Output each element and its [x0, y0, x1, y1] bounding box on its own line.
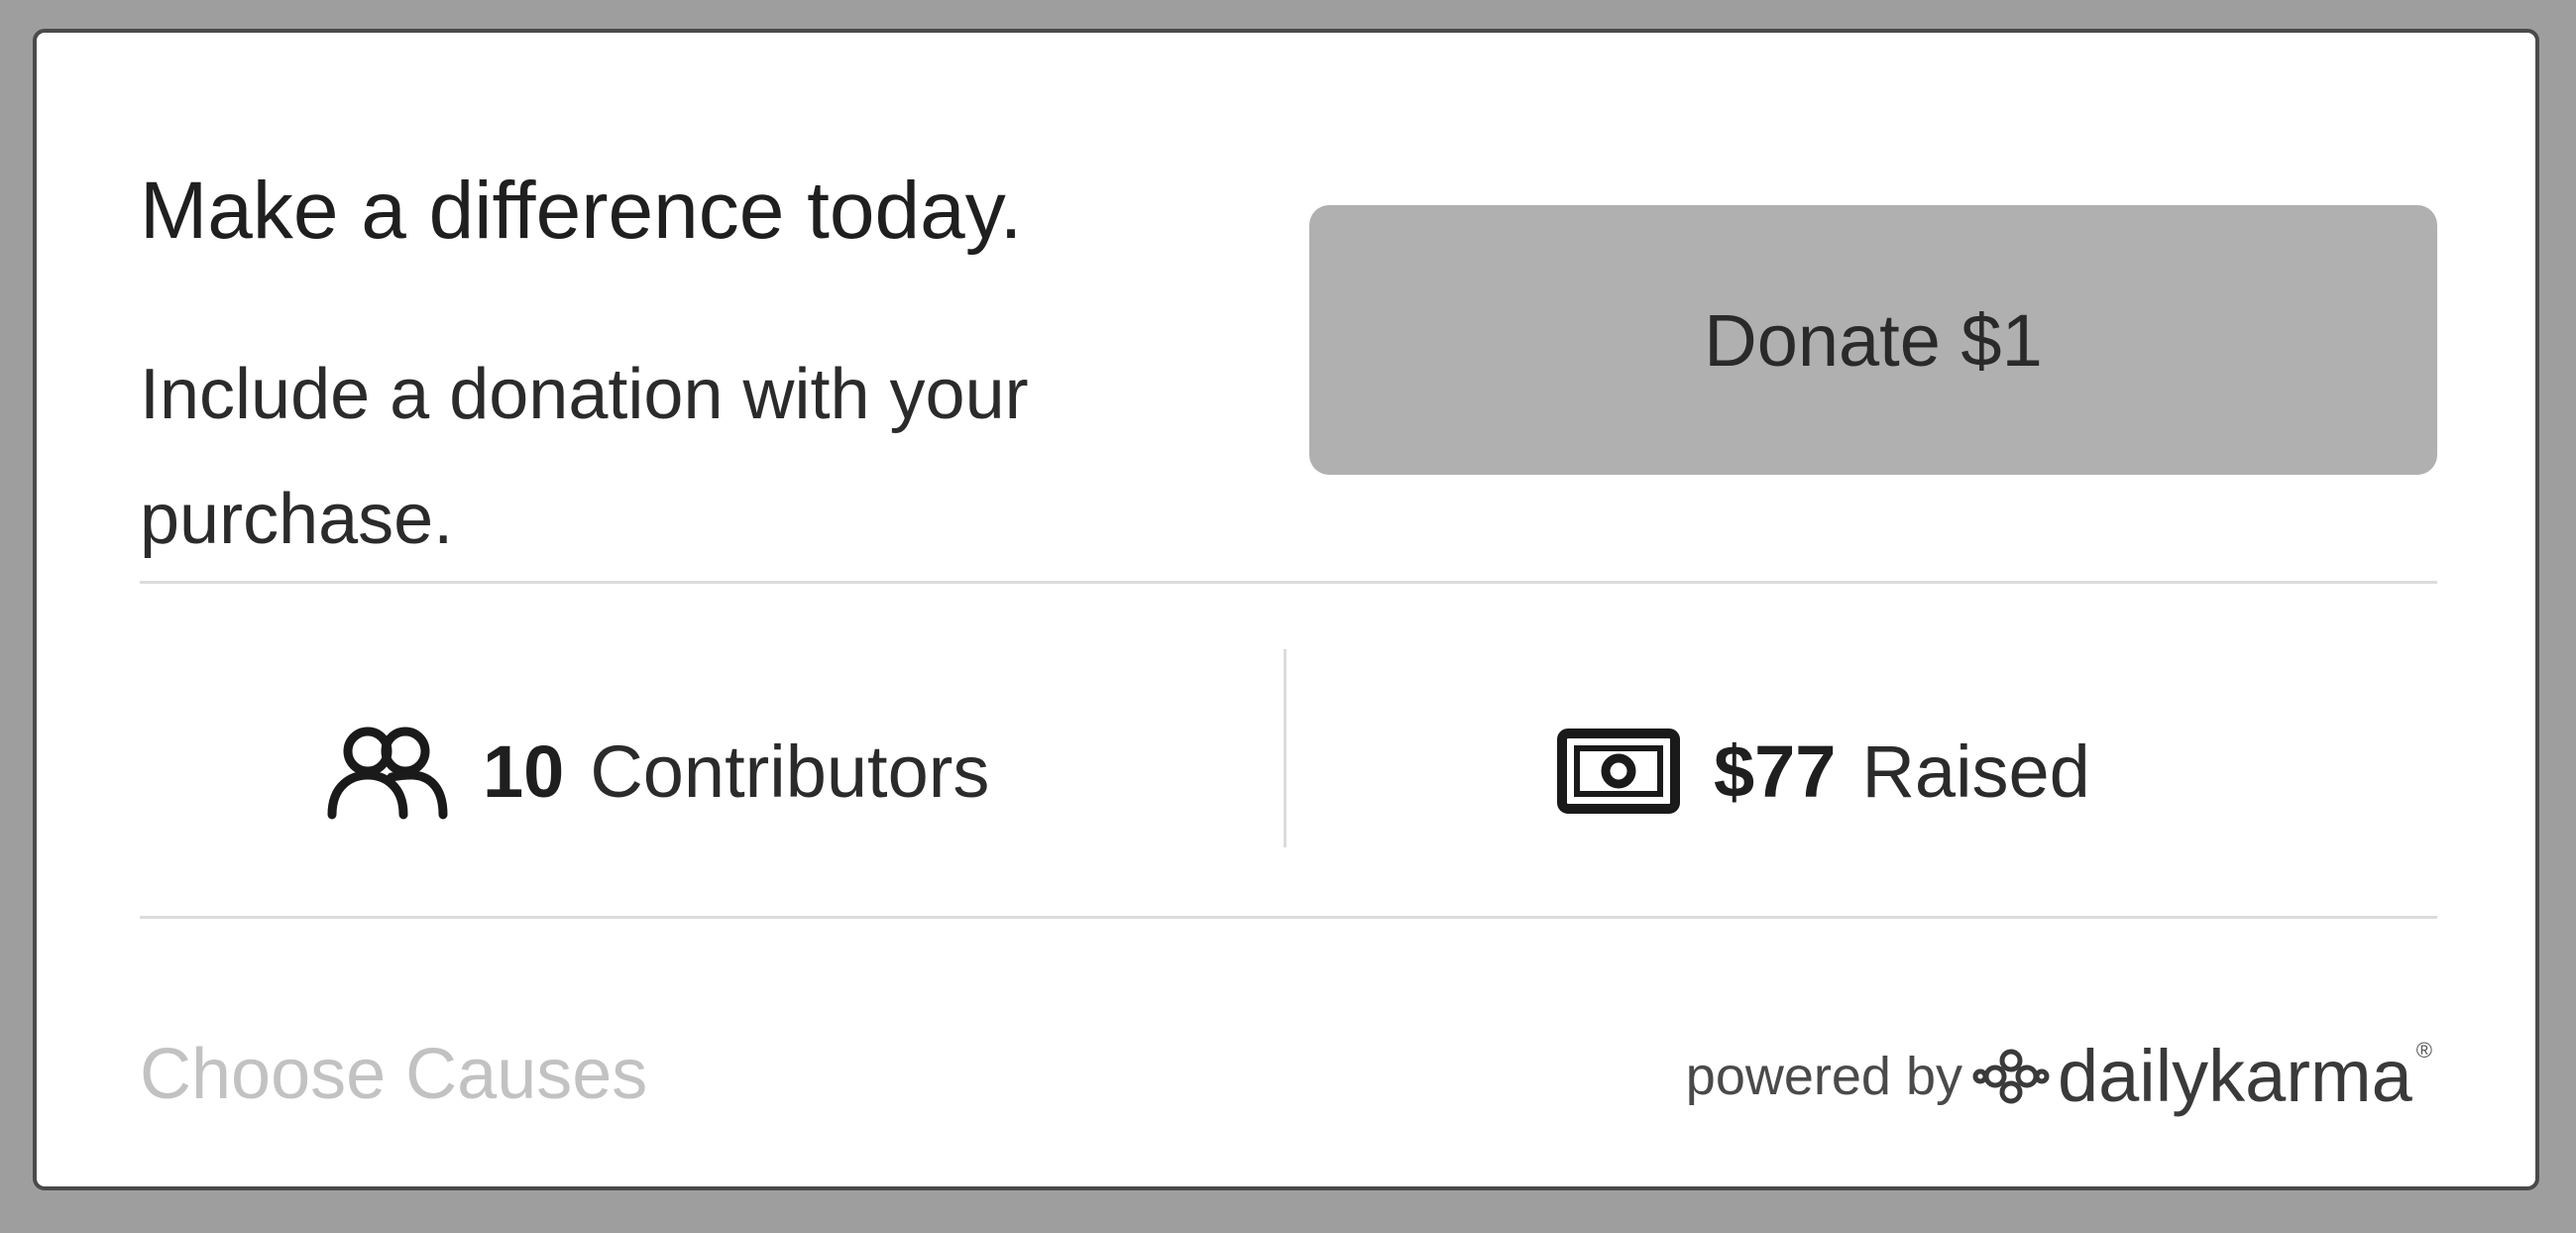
widget-headline: Make a difference today. [140, 166, 1023, 256]
brand-registered-mark: ® [2415, 1038, 2432, 1063]
contributors-count: 10 [483, 729, 565, 813]
cash-icon [1557, 729, 1680, 814]
divider-bottom [140, 916, 2437, 919]
stat-contributors: 10 Contributors [324, 717, 989, 826]
stats-divider [1284, 649, 1287, 847]
donate-button[interactable]: Donate $1 [1309, 205, 2437, 475]
raised-label: Raised [1861, 729, 2090, 813]
users-icon [324, 722, 449, 821]
stat-raised: $77 Raised [1557, 717, 2090, 826]
raised-amount: $77 [1714, 729, 1837, 813]
powered-by-label: powered by [1685, 1046, 1962, 1106]
divider-top [140, 581, 2437, 584]
brand-name: dailykarma [2057, 1035, 2412, 1117]
widget-subtext: Include a donation with your purchase. [140, 355, 1029, 559]
dailykarma-knot-logo-icon [1972, 1047, 2050, 1106]
choose-causes-link[interactable]: Choose Causes [140, 1034, 647, 1115]
powered-by-brand: powered by dailykarma ® [1686, 1034, 2432, 1118]
donation-widget-card: Make a difference today. Include a donat… [33, 29, 2539, 1190]
contributors-label: Contributors [590, 729, 990, 813]
